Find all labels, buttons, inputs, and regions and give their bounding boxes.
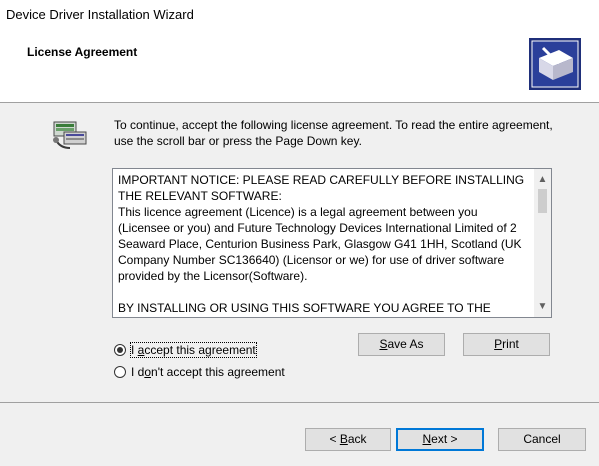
accept-radio[interactable]: [114, 344, 126, 356]
license-textbox[interactable]: IMPORTANT NOTICE: PLEASE READ CAREFULLY …: [112, 168, 552, 318]
footer-divider: [0, 402, 599, 403]
scroll-up-button[interactable]: ▲: [534, 171, 551, 188]
print-button[interactable]: Print: [463, 333, 550, 356]
title-bar: Device Driver Installation Wizard: [0, 0, 599, 30]
cancel-button[interactable]: Cancel: [498, 428, 586, 451]
back-button[interactable]: < Back: [305, 428, 391, 451]
intro-text: To continue, accept the following licens…: [114, 118, 553, 148]
page-heading: License Agreement: [27, 45, 138, 59]
installer-icon: [529, 38, 581, 90]
accept-label[interactable]: I accept this agreement: [130, 342, 257, 358]
scroll-thumb[interactable]: [538, 189, 547, 213]
decline-radio[interactable]: [114, 366, 126, 378]
license-text: IMPORTANT NOTICE: PLEASE READ CAREFULLY …: [118, 173, 525, 315]
window-title: Device Driver Installation Wizard: [6, 7, 194, 22]
license-install-icon: [53, 121, 87, 149]
decline-option[interactable]: I don't accept this agreement: [114, 363, 285, 381]
accept-option[interactable]: I accept this agreement: [114, 341, 257, 359]
license-scrollbar[interactable]: ▲ ▼: [534, 169, 551, 317]
save-as-button[interactable]: Save As: [358, 333, 445, 356]
next-button[interactable]: Next >: [396, 428, 484, 451]
decline-label[interactable]: I don't accept this agreement: [131, 365, 285, 379]
wizard-header: License Agreement: [0, 30, 599, 103]
scroll-down-button[interactable]: ▼: [534, 298, 551, 315]
